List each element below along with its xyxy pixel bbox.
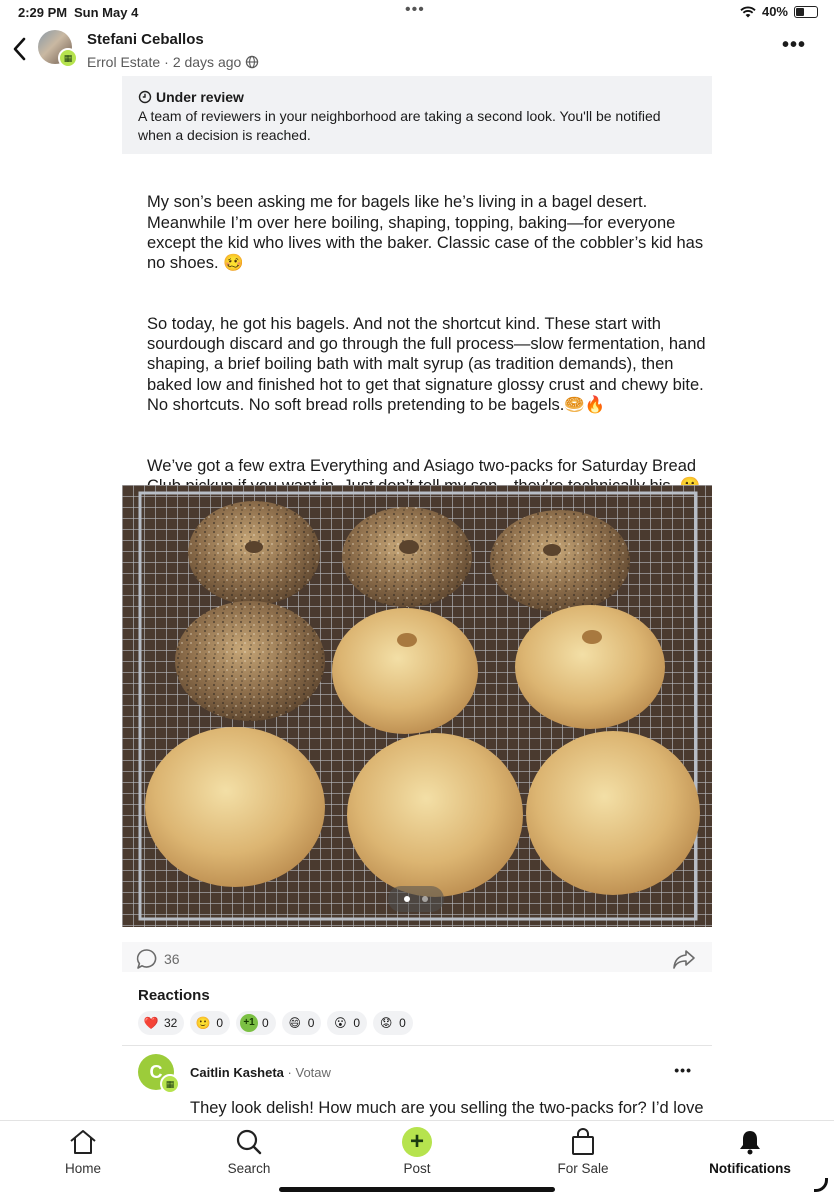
- comment-header: Caitlin Kasheta · Votaw: [190, 1065, 331, 1080]
- home-icon: [33, 1127, 133, 1157]
- comment-button[interactable]: 36: [136, 948, 180, 970]
- post-paragraph-2: So today, he got his bagels. And not the…: [147, 314, 706, 414]
- status-indicators: 40%: [740, 4, 818, 19]
- share-button[interactable]: [672, 948, 696, 975]
- neighbor-badge-icon: ▦: [160, 1074, 180, 1094]
- review-title: Under review: [156, 89, 244, 105]
- author-meta: Errol Estate · 2 days ago: [87, 54, 259, 70]
- commenter-neighborhood[interactable]: Votaw: [296, 1065, 331, 1080]
- status-time: 2:29 PM: [18, 5, 68, 20]
- share-arrow-icon: [673, 950, 695, 969]
- author-neighborhood[interactable]: Errol Estate: [87, 54, 160, 70]
- reaction-count: 0: [216, 1016, 224, 1030]
- post-action-bar: 36: [122, 942, 712, 972]
- comment-more-button[interactable]: •••: [674, 1062, 692, 1078]
- tab-label: Notifications: [709, 1161, 791, 1176]
- wow-icon: 😮: [334, 1016, 347, 1030]
- battery-fill: [796, 7, 804, 16]
- smile-icon: 🙂: [195, 1016, 211, 1030]
- clock-icon: [138, 90, 152, 104]
- wifi-icon: [740, 6, 756, 17]
- reaction-count: 0: [307, 1016, 315, 1030]
- pager-dot-1[interactable]: [404, 896, 410, 902]
- tab-search[interactable]: Search: [199, 1127, 299, 1176]
- bagels-image: [122, 485, 712, 927]
- multitasking-dots-icon[interactable]: •••: [405, 1, 425, 19]
- status-date: Sun May 4: [74, 5, 139, 20]
- reaction-heart[interactable]: ❤️ 32: [138, 1011, 185, 1035]
- reactions-heading: Reactions: [138, 987, 210, 1004]
- meta-separator: ·: [164, 54, 169, 70]
- tab-label: Post: [403, 1161, 431, 1176]
- reaction-sad[interactable]: 😟 0: [373, 1011, 413, 1035]
- comment-count: 36: [164, 951, 180, 967]
- tab-label: Search: [227, 1161, 271, 1176]
- post-time: 2 days ago: [172, 54, 242, 70]
- back-button[interactable]: [10, 36, 34, 64]
- tab-post[interactable]: + Post: [367, 1127, 467, 1176]
- heart-icon: ❤️: [143, 1016, 159, 1030]
- tab-label: Home: [64, 1161, 101, 1176]
- pager-dot-2[interactable]: [422, 896, 428, 902]
- status-bar: 2:29 PM Sun May 4 ••• 40%: [0, 0, 834, 24]
- reaction-count: 0: [353, 1016, 361, 1030]
- plus-one-icon: +1: [240, 1014, 259, 1032]
- bagel-group: [145, 501, 700, 897]
- post-plus-circle: +: [402, 1127, 432, 1157]
- review-title-row: Under review: [138, 89, 696, 105]
- comment-text: They look delish! How much are you selli…: [190, 1099, 704, 1117]
- review-text: A team of reviewers in your neighborhood…: [138, 108, 661, 143]
- reaction-smile[interactable]: 🙂 0: [190, 1011, 231, 1035]
- reaction-laugh[interactable]: 😄 0: [281, 1011, 322, 1035]
- reaction-count: 32: [164, 1016, 178, 1030]
- divider: [122, 1045, 712, 1046]
- review-notice: Under review A team of reviewers in your…: [122, 76, 712, 154]
- chevron-left-icon: [13, 37, 26, 61]
- reaction-wow[interactable]: 😮 0: [327, 1011, 368, 1035]
- search-icon: [199, 1127, 299, 1157]
- reactions-row: ❤️ 32 🙂 0 +1 0 😄 0 😮 0 😟 0: [138, 1011, 413, 1035]
- comment-bubble-icon: [136, 949, 157, 969]
- author-avatar[interactable]: ▦: [38, 30, 78, 68]
- reaction-count: 0: [399, 1016, 406, 1030]
- sad-icon: 😟: [379, 1016, 393, 1030]
- tab-notifications[interactable]: Notifications: [700, 1127, 800, 1176]
- globe-icon: [246, 55, 259, 69]
- comment-separator: ·: [287, 1065, 296, 1080]
- post-photo[interactable]: [122, 485, 712, 927]
- tab-home[interactable]: Home: [33, 1127, 133, 1176]
- author-name[interactable]: Stefani Ceballos: [87, 31, 204, 48]
- post-header: ▦ Stefani Ceballos Errol Estate · 2 days…: [0, 28, 834, 76]
- commenter-name[interactable]: Caitlin Kasheta: [190, 1065, 284, 1080]
- home-indicator[interactable]: [279, 1187, 555, 1192]
- post-paragraph-1: My son’s been asking me for bagels like …: [147, 193, 704, 273]
- tab-for-sale[interactable]: For Sale: [533, 1127, 633, 1176]
- reaction-count: 0: [262, 1016, 269, 1030]
- neighbor-badge-icon: ▦: [58, 48, 78, 68]
- photo-pager[interactable]: [388, 886, 444, 912]
- tab-label: For Sale: [557, 1161, 609, 1176]
- more-options-button[interactable]: •••: [782, 34, 806, 57]
- bell-icon: [700, 1127, 800, 1157]
- shopping-bag-icon: [533, 1127, 633, 1157]
- reaction-plus-one[interactable]: +1 0: [236, 1011, 276, 1035]
- post-body: My son’s been asking me for bagels like …: [147, 172, 707, 537]
- battery-icon: [794, 5, 818, 18]
- laugh-icon: 😄: [288, 1016, 301, 1030]
- plus-icon: +: [367, 1127, 467, 1157]
- battery-percent: 40%: [761, 4, 788, 19]
